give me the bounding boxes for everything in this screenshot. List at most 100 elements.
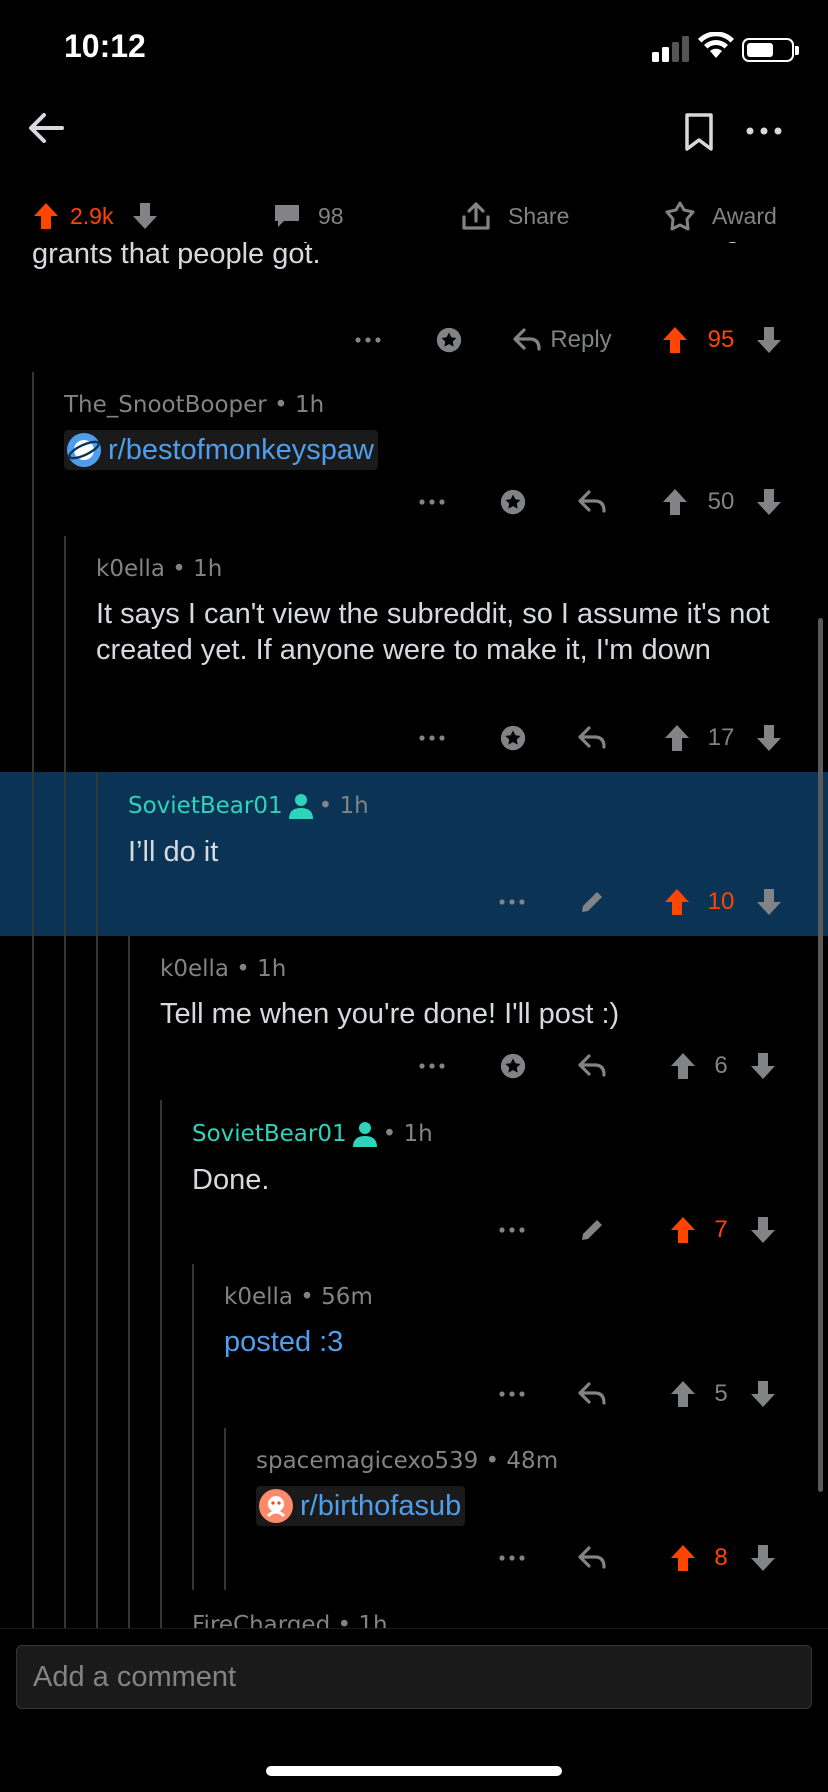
thread-line-1 — [32, 372, 34, 1628]
upvote-icon[interactable] — [668, 1051, 698, 1081]
more-options-icon[interactable] — [496, 1226, 528, 1234]
subreddit-link[interactable]: r/birthofasub — [256, 1486, 466, 1526]
reply-button[interactable]: Reply — [508, 326, 616, 354]
downvote-icon[interactable] — [754, 325, 784, 355]
more-options-icon[interactable] — [416, 1062, 448, 1070]
comment-icon — [275, 205, 299, 227]
user-icon — [352, 1122, 377, 1147]
post-award-button[interactable]: Award — [664, 190, 777, 242]
comment-body: Tell me when you're done! I'll post :) — [160, 998, 620, 1030]
comment-score: 5 — [714, 1380, 728, 1407]
comment-author[interactable]: k0ella • 1h — [160, 956, 810, 982]
comment-score: 10 — [707, 888, 735, 915]
post-comment-count: 98 — [318, 202, 344, 229]
comment-author[interactable]: The_SnootBooper • 1h — [64, 392, 804, 418]
upvote-icon[interactable] — [660, 487, 690, 517]
upvote-icon[interactable] — [662, 723, 692, 753]
share-label: Share — [508, 202, 570, 229]
comment: The_SnootBooper • 1h r/bestofmonkeyspaw — [64, 392, 804, 472]
user-icon — [288, 794, 313, 819]
comment-score: 50 — [707, 488, 735, 515]
comment-body: Done. — [192, 1164, 270, 1196]
more-options-icon[interactable] — [496, 1390, 528, 1398]
downvote-icon[interactable] — [754, 723, 784, 753]
comment: SovietBear01 • 1h Done. — [192, 1120, 812, 1198]
comment-body-link[interactable]: posted :3 — [224, 1324, 814, 1360]
post-action-bar: 2.9k 98 Share Award — [0, 190, 828, 242]
comment-actions: 6 — [0, 1044, 828, 1088]
post-share-button[interactable]: Share — [460, 190, 569, 242]
home-indicator[interactable] — [266, 1766, 562, 1776]
comment-score: 8 — [714, 1544, 728, 1571]
subreddit-link-text: r/birthofasub — [300, 1489, 462, 1522]
wifi-icon — [698, 32, 734, 58]
share-icon — [462, 202, 490, 230]
more-options-icon[interactable] — [352, 336, 384, 344]
reply-icon — [513, 328, 541, 351]
comment-actions: 10 — [0, 880, 828, 924]
more-options-icon[interactable] — [416, 734, 448, 742]
battery-icon — [742, 38, 799, 62]
upvote-icon[interactable] — [668, 1215, 698, 1245]
add-comment-input[interactable]: Add a comment — [16, 1645, 812, 1709]
comment: k0ella • 56m posted :3 — [224, 1284, 814, 1360]
comment-actions: 17 — [0, 716, 828, 760]
thread-line-4 — [128, 936, 130, 1628]
upvote-icon[interactable] — [668, 1543, 698, 1573]
comment-body: It says I can't view the subreddit, so I… — [96, 598, 770, 666]
downvote-icon[interactable] — [754, 887, 784, 917]
scrollbar[interactable] — [818, 618, 823, 1492]
more-icon[interactable] — [744, 116, 784, 146]
award-icon[interactable] — [496, 723, 530, 753]
reply-icon[interactable] — [576, 1545, 608, 1571]
subreddit-link-text: r/bestofmonkeyspaw — [108, 433, 374, 466]
downvote-icon[interactable] — [754, 487, 784, 517]
comment-score: 17 — [707, 724, 735, 751]
post-score: 2.9k — [70, 202, 114, 229]
reply-icon[interactable] — [576, 725, 608, 751]
edit-icon[interactable] — [576, 888, 608, 916]
comment-author[interactable]: k0ella • 1h — [96, 556, 796, 582]
post-vote-group: 2.9k — [32, 190, 159, 242]
more-options-icon[interactable] — [496, 898, 528, 906]
upvote-icon[interactable] — [668, 1379, 698, 1409]
award-icon[interactable] — [496, 1051, 530, 1081]
upvote-icon[interactable] — [662, 887, 692, 917]
downvote-icon[interactable] — [748, 1051, 778, 1081]
bookmark-icon[interactable] — [682, 112, 716, 152]
comment-author[interactable]: SovietBear01 • 1h — [128, 792, 808, 820]
more-options-icon[interactable] — [416, 498, 448, 506]
post-comments-button[interactable]: 98 — [272, 190, 344, 242]
more-options-icon[interactable] — [496, 1554, 528, 1562]
comment-actions: 8 — [0, 1536, 828, 1580]
status-time: 10:12 — [64, 28, 146, 64]
subreddit-avatar-icon — [259, 1489, 293, 1523]
downvote-icon[interactable] — [748, 1215, 778, 1245]
downvote-icon[interactable] — [131, 201, 159, 231]
award-icon[interactable] — [432, 325, 466, 355]
edit-icon[interactable] — [576, 1216, 608, 1244]
subreddit-avatar-icon — [67, 433, 101, 467]
status-bar: 10:12 — [0, 0, 828, 100]
comment-score: 7 — [714, 1216, 728, 1243]
reply-icon[interactable] — [576, 1381, 608, 1407]
comment-author[interactable]: k0ella • 56m — [224, 1284, 814, 1310]
reply-icon[interactable] — [576, 1053, 608, 1079]
comment-author[interactable]: SovietBear01 • 1h — [192, 1120, 812, 1148]
comment-actions: 5 — [0, 1372, 828, 1416]
award-icon[interactable] — [496, 487, 530, 517]
comment-actions: 50 — [0, 480, 828, 524]
upvote-icon[interactable] — [660, 325, 690, 355]
comment-author[interactable]: spacemagicexo539 • 48m — [256, 1448, 816, 1474]
downvote-icon[interactable] — [748, 1543, 778, 1573]
comment-score: 6 — [714, 1052, 728, 1079]
comment-body: I’ll do it — [128, 836, 219, 868]
subreddit-link[interactable]: r/bestofmonkeyspaw — [64, 430, 378, 470]
reply-label: Reply — [550, 326, 612, 353]
back-icon[interactable] — [26, 108, 66, 148]
award-icon — [665, 201, 695, 231]
award-label: Award — [712, 202, 777, 229]
downvote-icon[interactable] — [748, 1379, 778, 1409]
reply-icon[interactable] — [576, 489, 608, 515]
upvote-icon[interactable] — [32, 201, 60, 231]
